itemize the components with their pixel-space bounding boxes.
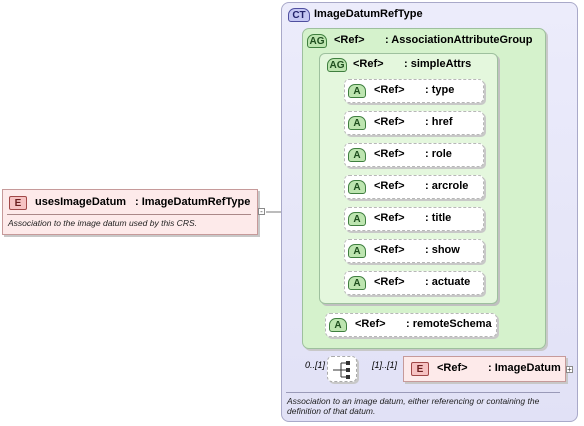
attribute-group-badge: AG [307, 34, 327, 48]
complex-type-badge: CT [288, 8, 310, 22]
attribute-ref: <Ref> [374, 276, 405, 288]
attribute-ref: <Ref> [374, 116, 405, 128]
attribute-show[interactable]: A <Ref> : show [344, 239, 484, 263]
attribute-name: : arcrole [425, 180, 469, 192]
attribute-actuate[interactable]: A <Ref> : actuate [344, 271, 484, 295]
expand-icon[interactable]: + [566, 366, 573, 374]
attribute-remote-schema[interactable]: A <Ref> : remoteSchema [325, 313, 497, 337]
child-element-image-datum[interactable]: E <Ref> : ImageDatum [403, 356, 566, 382]
attribute-name: : remoteSchema [406, 318, 492, 330]
attribute-group-ref: <Ref> [334, 34, 365, 46]
attribute-ref: <Ref> [355, 318, 386, 330]
divider [7, 214, 251, 215]
complex-type-name: ImageDatumRefType [314, 8, 423, 20]
root-element-box[interactable]: E usesImageDatum : ImageDatumRefType Ass… [2, 189, 258, 235]
attribute-name: : href [425, 116, 453, 128]
attribute-badge: A [348, 116, 366, 130]
attribute-badge: A [348, 212, 366, 226]
attribute-badge: A [348, 84, 366, 98]
attribute-group-name: : AssociationAttributeGroup [385, 34, 533, 46]
root-element-annotation: Association to the image datum used by t… [8, 218, 197, 228]
attribute-arcrole[interactable]: A <Ref> : arcrole [344, 175, 484, 199]
attribute-name: : type [425, 84, 455, 96]
attribute-ref: <Ref> [374, 244, 405, 256]
root-element-type: : ImageDatumRefType [135, 196, 251, 208]
child-element-ref: <Ref> [437, 362, 468, 374]
attribute-badge: A [348, 180, 366, 194]
divider [286, 392, 560, 393]
root-element-name: usesImageDatum [35, 196, 127, 208]
attribute-name: : actuate [425, 276, 471, 288]
attribute-ref: <Ref> [374, 212, 405, 224]
attribute-badge: A [348, 244, 366, 258]
attribute-name: : title [425, 212, 452, 224]
attribute-badge: A [329, 318, 347, 332]
complex-type-annotation: Association to an image datum, either re… [287, 396, 540, 416]
attribute-ref: <Ref> [374, 84, 405, 96]
child-element-name: : ImageDatum [488, 362, 561, 374]
attribute-name: : role [425, 148, 452, 160]
attribute-role[interactable]: A <Ref> : role [344, 143, 484, 167]
sequence-max-occurs: [1]..[1] [372, 360, 398, 370]
attribute-ref: <Ref> [374, 148, 405, 160]
attribute-group-ref: <Ref> [353, 58, 384, 70]
attribute-badge: A [348, 276, 366, 290]
attribute-group-badge: AG [327, 58, 347, 72]
sequence-min-occurs: 0..[1] [305, 360, 326, 370]
attribute-name: : show [425, 244, 460, 256]
attribute-badge: A [348, 148, 366, 162]
sequence-icon [333, 361, 350, 379]
attribute-title[interactable]: A <Ref> : title [344, 207, 484, 231]
element-badge: E [9, 196, 27, 210]
sequence-compositor[interactable] [327, 356, 357, 382]
attribute-type[interactable]: A <Ref> : type [344, 79, 484, 103]
attribute-href[interactable]: A <Ref> : href [344, 111, 484, 135]
attribute-group-name: : simpleAttrs [404, 58, 472, 70]
element-badge: E [411, 362, 429, 376]
expand-icon[interactable]: - [258, 208, 265, 216]
attribute-ref: <Ref> [374, 180, 405, 192]
